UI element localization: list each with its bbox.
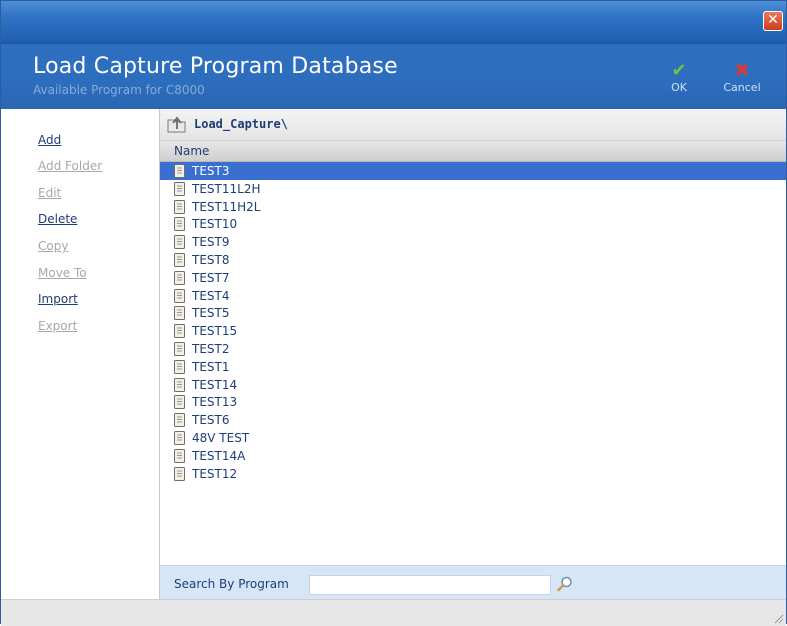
sidebar-item-delete[interactable]: Delete bbox=[38, 212, 77, 226]
ok-label: OK bbox=[671, 81, 687, 94]
program-name: TEST5 bbox=[192, 306, 230, 321]
document-icon bbox=[174, 164, 185, 178]
program-list: TEST3 TEST11L2H TEST11H2L TEST10 TEST9 TEST8 T… bbox=[160, 162, 786, 482]
program-name: TEST7 bbox=[192, 270, 230, 285]
program-name: TEST9 bbox=[192, 235, 230, 250]
table-row[interactable]: TEST12 bbox=[160, 465, 786, 483]
search-input[interactable] bbox=[309, 575, 551, 595]
document-icon bbox=[174, 217, 185, 232]
magnifier-icon[interactable] bbox=[556, 575, 574, 593]
program-name: TEST12 bbox=[192, 466, 238, 481]
table-row[interactable]: TEST1 bbox=[160, 358, 786, 376]
document-icon bbox=[174, 270, 185, 285]
sidebar-item-export[interactable]: Export bbox=[38, 319, 77, 333]
title-bar[interactable]: ✕ bbox=[1, 1, 786, 42]
document-icon bbox=[174, 306, 185, 321]
program-name: TEST14 bbox=[192, 377, 238, 392]
program-name: TEST3 bbox=[192, 164, 230, 178]
program-name: TEST6 bbox=[192, 413, 230, 428]
close-button[interactable]: ✕ bbox=[763, 11, 783, 31]
dialog-window: ✕ Load Capture Program Database Availabl… bbox=[0, 0, 787, 626]
table-row[interactable]: TEST8 bbox=[160, 251, 786, 269]
program-browser: Load_Capture\ Name TEST3 TEST11L2H TEST11H… bbox=[159, 109, 786, 600]
sidebar-item-import[interactable]: Import bbox=[38, 292, 78, 306]
table-row[interactable]: TEST14 bbox=[160, 376, 786, 394]
sidebar-item-edit[interactable]: Edit bbox=[38, 186, 61, 200]
cancel-button[interactable]: ✖ Cancel bbox=[718, 60, 766, 95]
document-icon bbox=[174, 199, 185, 214]
table-row[interactable]: TEST9 bbox=[160, 233, 786, 251]
program-name: TEST4 bbox=[192, 288, 230, 303]
table-row[interactable]: TEST7 bbox=[160, 269, 786, 287]
table-row[interactable]: TEST11L2H bbox=[160, 180, 786, 198]
document-icon bbox=[174, 395, 185, 410]
search-label: Search By Program bbox=[174, 577, 289, 591]
document-icon bbox=[174, 413, 185, 428]
path-bar: Load_Capture\ bbox=[160, 109, 786, 141]
table-row[interactable]: 48V TEST bbox=[160, 429, 786, 447]
table-row[interactable]: TEST10 bbox=[160, 215, 786, 233]
program-name: TEST1 bbox=[192, 359, 230, 374]
table-row[interactable]: TEST6 bbox=[160, 411, 786, 429]
cancel-label: Cancel bbox=[723, 81, 761, 94]
document-icon bbox=[174, 448, 185, 463]
current-path: Load_Capture\ bbox=[194, 117, 288, 131]
resize-grip-icon[interactable] bbox=[772, 612, 784, 624]
checkmark-icon: ✔ bbox=[671, 60, 687, 81]
x-cross-icon: ✖ bbox=[734, 60, 750, 81]
dialog-subtitle: Available Program for C8000 bbox=[33, 83, 205, 97]
program-name: TEST8 bbox=[192, 252, 230, 267]
sidebar-item-add-folder[interactable]: Add Folder bbox=[38, 159, 102, 173]
document-icon bbox=[174, 288, 185, 303]
search-bar: Search By Program bbox=[160, 565, 786, 600]
actions-sidebar: Add Add Folder Edit Delete Copy Move To … bbox=[1, 109, 159, 599]
document-icon bbox=[174, 466, 185, 481]
table-row[interactable]: TEST4 bbox=[160, 287, 786, 305]
sidebar-item-add[interactable]: Add bbox=[38, 133, 61, 147]
folder-up-icon[interactable] bbox=[166, 114, 188, 134]
column-name-label: Name bbox=[174, 144, 210, 158]
program-name: 48V TEST bbox=[192, 430, 250, 445]
column-header[interactable]: Name bbox=[160, 141, 786, 162]
program-name: TEST15 bbox=[192, 324, 238, 339]
document-icon bbox=[174, 181, 185, 196]
ok-button[interactable]: ✔ OK bbox=[655, 60, 703, 95]
table-row[interactable]: TEST14A bbox=[160, 447, 786, 465]
document-icon bbox=[174, 430, 185, 445]
document-icon bbox=[174, 341, 185, 356]
table-row[interactable]: TEST5 bbox=[160, 304, 786, 322]
program-name: TEST11L2H bbox=[192, 181, 261, 196]
sidebar-item-copy[interactable]: Copy bbox=[38, 239, 68, 253]
program-name: TEST11H2L bbox=[192, 199, 261, 214]
dialog-title: Load Capture Program Database bbox=[33, 54, 398, 79]
table-row[interactable]: TEST11H2L bbox=[160, 198, 786, 216]
program-name: TEST13 bbox=[192, 395, 238, 410]
program-name: TEST14A bbox=[192, 448, 246, 463]
table-row[interactable]: TEST13 bbox=[160, 393, 786, 411]
table-row[interactable]: TEST15 bbox=[160, 322, 786, 340]
table-row[interactable]: TEST3 bbox=[160, 162, 786, 180]
document-icon bbox=[174, 377, 185, 392]
table-row[interactable]: TEST2 bbox=[160, 340, 786, 358]
document-icon bbox=[174, 252, 185, 267]
document-icon bbox=[174, 359, 185, 374]
program-name: TEST10 bbox=[192, 217, 238, 232]
program-name: TEST2 bbox=[192, 341, 230, 356]
status-bar bbox=[1, 599, 786, 626]
document-icon bbox=[174, 324, 185, 339]
sidebar-item-move-to[interactable]: Move To bbox=[38, 266, 87, 280]
document-icon bbox=[174, 235, 185, 250]
dialog-header: Load Capture Program Database Available … bbox=[1, 42, 786, 110]
